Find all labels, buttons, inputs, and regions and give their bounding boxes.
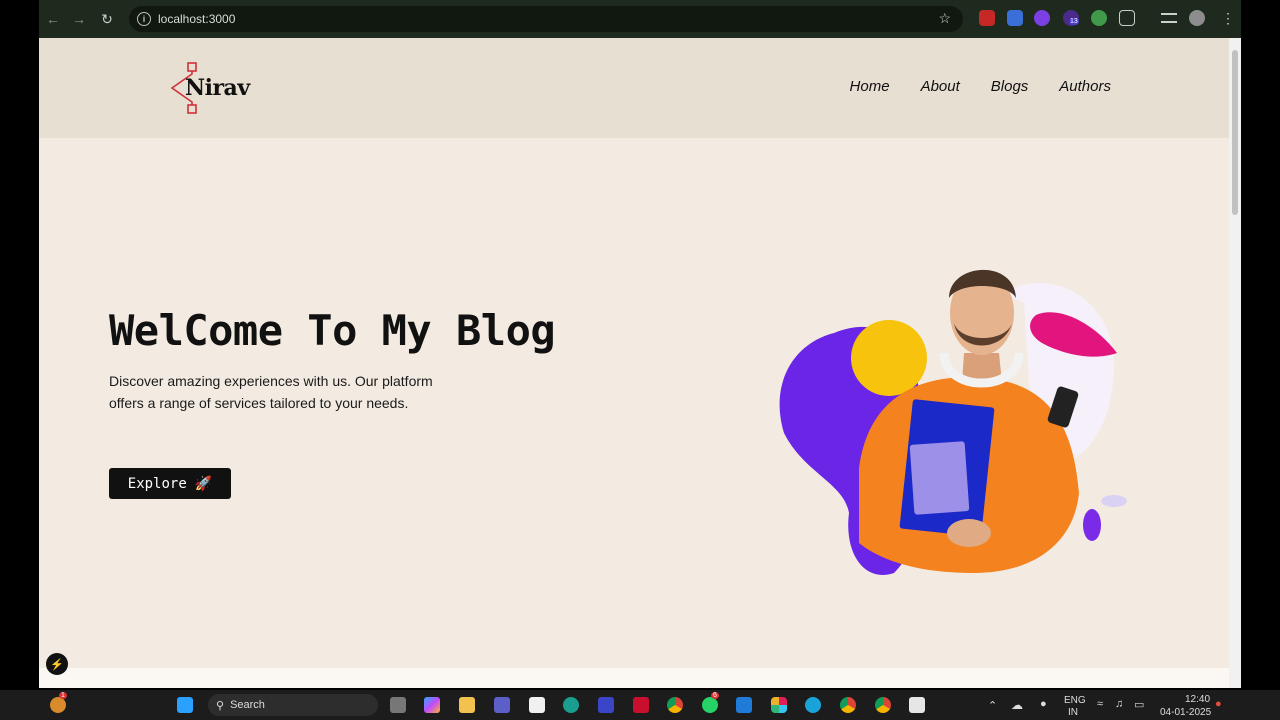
whatsapp-badge: 6	[711, 692, 719, 699]
extension-badge-count: 13	[1069, 18, 1079, 25]
rocket-icon: 🚀	[194, 475, 213, 492]
snipping-tool-icon[interactable]	[909, 697, 925, 713]
nav-about[interactable]: About	[921, 78, 960, 95]
explore-button-label: Explore	[127, 475, 187, 492]
battery-icon[interactable]: ▭	[1134, 698, 1144, 711]
start-windows-icon[interactable]	[177, 697, 193, 713]
vscode-icon[interactable]	[736, 697, 752, 713]
small-lavender-drop	[1101, 495, 1127, 507]
chrome-icon[interactable]	[667, 697, 683, 713]
yellow-circle	[851, 320, 927, 396]
next-section-edge	[39, 668, 1229, 688]
extension-translate-icon[interactable]	[1007, 10, 1023, 26]
page-scrollbar[interactable]	[1229, 38, 1241, 688]
slack-icon[interactable]	[771, 697, 787, 713]
task-view-icon[interactable]	[390, 697, 406, 713]
onedrive-icon[interactable]: ☁	[1011, 698, 1023, 712]
extensions-puzzle-icon[interactable]	[1119, 10, 1135, 26]
nav-home[interactable]: Home	[850, 78, 890, 95]
language-bottom[interactable]: IN	[1068, 707, 1078, 718]
hero-title: WelCome To My Blog	[109, 306, 556, 355]
nav-blogs[interactable]: Blogs	[991, 78, 1029, 95]
explore-button[interactable]: Explore 🚀	[109, 468, 231, 499]
site-header: Nirav Home About Blogs Authors	[39, 38, 1229, 138]
mcafee-icon[interactable]	[633, 697, 649, 713]
search-icon: ⚲	[216, 699, 225, 712]
wifi-icon[interactable]: ≈	[1097, 698, 1103, 710]
scrollbar-thumb[interactable]	[1232, 50, 1238, 215]
profile-avatar-icon[interactable]	[1189, 10, 1205, 26]
extension-badge-icon[interactable]: 13	[1063, 10, 1079, 26]
person-hand	[947, 519, 991, 547]
tray-chevron-icon[interactable]: ⌃	[988, 699, 997, 712]
dev-tools-bolt-icon[interactable]: ⚡	[46, 653, 68, 675]
copilot-icon[interactable]	[424, 697, 440, 713]
reload-button[interactable]: ↻	[93, 5, 121, 33]
chrome-alt-icon[interactable]	[875, 697, 891, 713]
edge-icon[interactable]	[563, 697, 579, 713]
clock-time[interactable]: 12:40	[1185, 694, 1210, 705]
widgets-icon[interactable]: 1	[50, 692, 67, 713]
media-control-icon[interactable]	[1161, 13, 1177, 23]
browser-toolbar: ← → ↻ i localhost:3000 ☆ 13 ⋮	[39, 0, 1241, 38]
logo-text[interactable]: Nirav	[185, 75, 250, 101]
address-bar[interactable]: i localhost:3000 ☆	[129, 6, 963, 32]
extension-green-icon[interactable]	[1091, 10, 1107, 26]
nav-authors[interactable]: Authors	[1059, 78, 1111, 95]
notification-bell-icon[interactable]: ●	[1215, 698, 1222, 710]
bookmark-star-icon[interactable]: ☆	[938, 10, 951, 27]
microphone-icon[interactable]: ●	[1040, 698, 1047, 710]
main-nav: Home About Blogs Authors	[850, 78, 1111, 95]
forward-button[interactable]: →	[65, 5, 93, 33]
teal-app-icon[interactable]	[805, 697, 821, 713]
taskbar-search[interactable]: ⚲ Search	[208, 694, 378, 716]
editor-app-icon[interactable]	[598, 697, 614, 713]
volume-icon[interactable]: ♫	[1115, 698, 1123, 710]
language-top[interactable]: ENG	[1064, 695, 1086, 706]
small-purple-drop	[1083, 509, 1101, 541]
teams-icon[interactable]	[494, 697, 510, 713]
hero-description: Discover amazing experiences with us. Ou…	[109, 373, 433, 411]
whatsapp-icon[interactable]: 6	[702, 692, 719, 713]
extension-purple-icon[interactable]	[1034, 10, 1050, 26]
taskbar-search-label: Search	[230, 699, 265, 711]
url-text: localhost:3000	[158, 12, 236, 26]
hero-illustration	[779, 269, 1127, 575]
lavender-notebook	[909, 441, 970, 515]
file-explorer-icon[interactable]	[459, 697, 475, 713]
site-info-icon[interactable]: i	[137, 12, 151, 26]
extension-red-icon[interactable]	[979, 10, 995, 26]
clock-date[interactable]: 04-01-2025	[1160, 707, 1211, 718]
browser-menu-icon[interactable]: ⋮	[1221, 10, 1235, 27]
widgets-badge: 1	[59, 692, 67, 699]
chrome-profile-icon[interactable]	[840, 697, 856, 713]
back-button[interactable]: ←	[39, 5, 67, 33]
page-viewport: Nirav Home About Blogs Authors WelCome T…	[39, 38, 1241, 688]
store-icon[interactable]	[529, 697, 545, 713]
windows-taskbar: 1 ⚲ Search 6 ⌃ ☁ ● ENG IN ≈ ♫ ▭ 12:40 04…	[0, 690, 1280, 720]
